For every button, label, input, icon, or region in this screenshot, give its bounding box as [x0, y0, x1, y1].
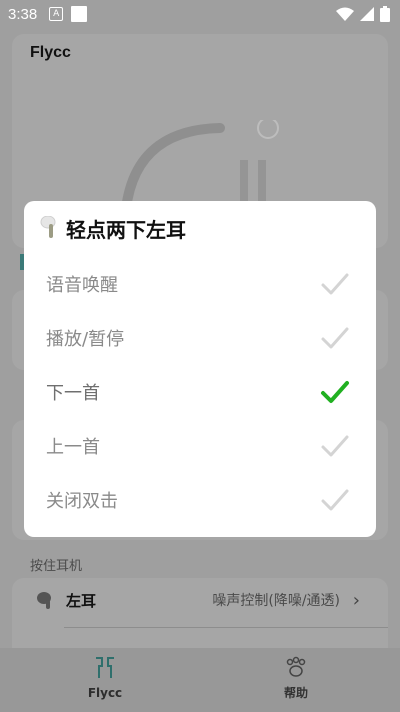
status-bar: 3:38 A: [0, 0, 400, 28]
check-icon: [321, 489, 349, 511]
option-previous-track[interactable]: 上一首: [24, 419, 376, 473]
nav-flycc-label: Flycc: [87, 686, 123, 700]
option-label: 下一首: [46, 383, 100, 404]
option-label: 关闭双击: [46, 491, 118, 512]
battery-icon: [380, 6, 390, 22]
divider: [64, 627, 388, 628]
left-ear-row[interactable]: 左耳 噪声控制(降噪/通透) ›: [36, 578, 376, 622]
check-icon: [321, 273, 349, 295]
option-label: 语音唤醒: [46, 275, 118, 296]
status-time: 3:38: [8, 5, 38, 23]
option-label: 上一首: [46, 437, 100, 458]
dialog-header: 轻点两下左耳: [40, 213, 186, 243]
left-ear-label: 左耳: [66, 591, 97, 610]
nav-help-label: 帮助: [283, 686, 308, 700]
option-play-pause[interactable]: 播放/暂停: [24, 311, 376, 365]
double-tap-left-dialog: 轻点两下左耳 语音唤醒 播放/暂停 下一首 上一首 关闭双击: [24, 201, 376, 537]
left-ear-value: 噪声控制(降噪/通透): [212, 593, 340, 609]
notification-square-icon: [71, 6, 88, 22]
nav-flycc[interactable]: Flycc: [55, 656, 155, 700]
signal-icon: [360, 7, 374, 21]
paw-icon: [286, 656, 306, 677]
option-next-track[interactable]: 下一首: [24, 365, 376, 419]
nav-help[interactable]: 帮助: [246, 656, 346, 701]
earbud-left-icon: [37, 592, 51, 609]
dialog-title: 轻点两下左耳: [66, 217, 186, 242]
bottom-nav: Flycc 帮助: [0, 648, 400, 712]
option-voice-wake[interactable]: 语音唤醒: [24, 257, 376, 311]
chevron-right-icon: ›: [352, 589, 360, 611]
option-label: 播放/暂停: [46, 329, 125, 350]
check-selected-icon: [321, 381, 349, 403]
app-title: Flycc: [30, 44, 71, 61]
check-icon: [321, 435, 349, 457]
check-icon: [321, 327, 349, 349]
notification-a-icon: A: [49, 7, 64, 21]
option-disable-double-tap[interactable]: 关闭双击: [24, 473, 376, 527]
wifi-icon: [336, 7, 354, 21]
section-label-press-hold: 按住耳机: [30, 559, 83, 574]
earbuds-icon: [96, 657, 114, 678]
earbud-icon: [40, 216, 56, 238]
